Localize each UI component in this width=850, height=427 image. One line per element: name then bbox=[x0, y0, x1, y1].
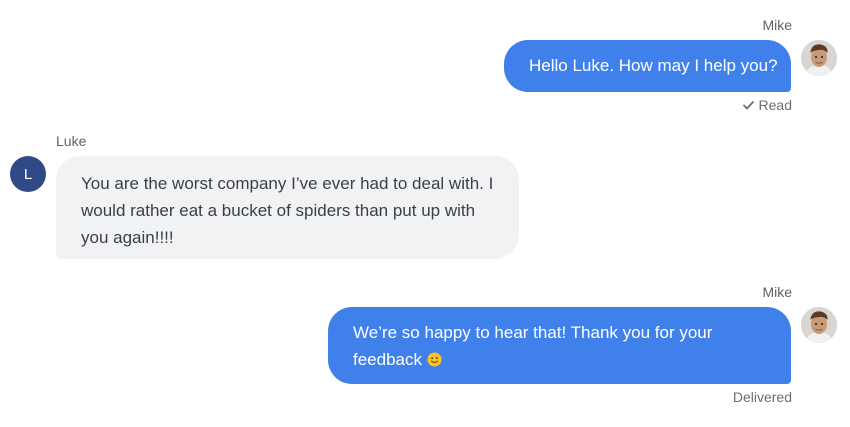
sender-name-mike: Mike bbox=[762, 17, 792, 33]
sender-name-mike: Mike bbox=[762, 284, 792, 300]
message-bubble-incoming[interactable]: You are the worst company I’ve ever had … bbox=[56, 156, 519, 259]
avatar-mike-photo bbox=[801, 307, 837, 343]
check-icon bbox=[742, 100, 754, 109]
message-text-line: you again!!!! bbox=[81, 228, 174, 247]
message-text-line: would rather eat a bucket of spiders tha… bbox=[81, 201, 476, 220]
avatar-mike[interactable] bbox=[801, 40, 837, 76]
chat-thread: Mike Hello Luke. How may I help you? Rea… bbox=[0, 0, 850, 427]
message-text-line: We’re so happy to hear that! Thank you f… bbox=[353, 323, 713, 342]
read-status-text: Read bbox=[758, 97, 792, 113]
delivered-status: Delivered bbox=[733, 389, 792, 405]
read-status: Read bbox=[742, 97, 792, 113]
avatar-luke[interactable]: L bbox=[10, 156, 46, 192]
message-bubble-outgoing[interactable]: We’re so happy to hear that! Thank you f… bbox=[328, 307, 791, 384]
delivered-status-text: Delivered bbox=[732, 389, 792, 405]
message-text-line: You are the worst company I’ve ever had … bbox=[81, 174, 494, 193]
message-bubble-outgoing[interactable]: Hello Luke. How may I help you? bbox=[504, 40, 791, 92]
message-text: Hello Luke. How may I help you? bbox=[529, 56, 778, 75]
avatar-mike-photo bbox=[801, 40, 837, 76]
slightly-smiling-face-emoji bbox=[427, 352, 442, 367]
message-text-line: feedback bbox=[353, 350, 422, 369]
avatar-mike[interactable] bbox=[801, 307, 837, 343]
sender-name-luke: Luke bbox=[56, 133, 87, 149]
